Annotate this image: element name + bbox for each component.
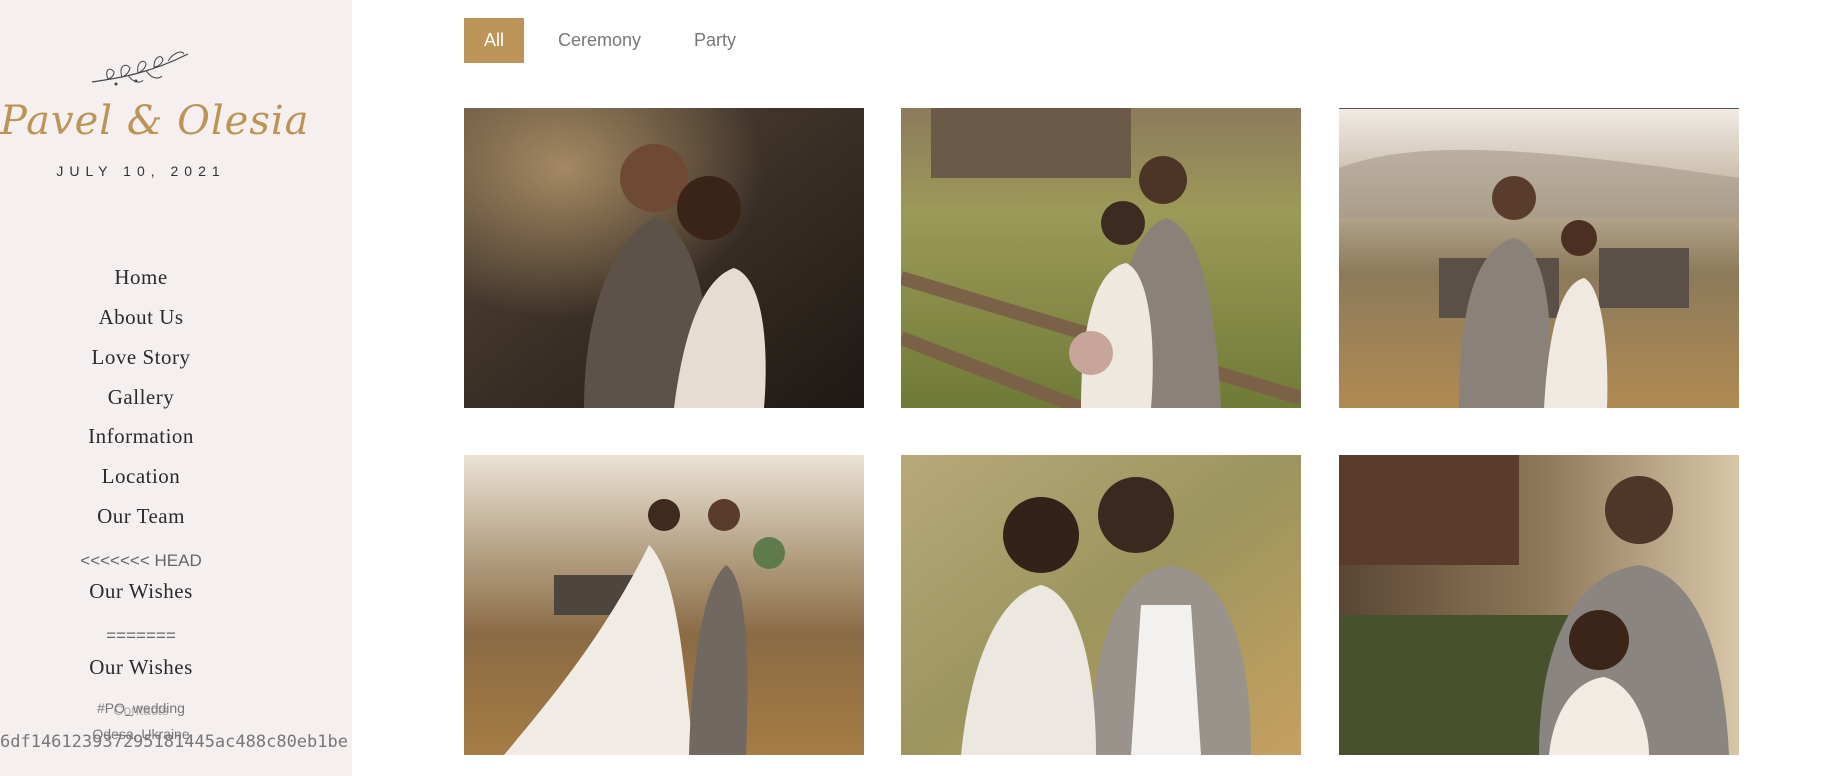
filter-tab-party[interactable]: Party xyxy=(694,18,736,63)
nav-location[interactable]: Location xyxy=(0,464,282,489)
nav-information[interactable]: Information xyxy=(0,424,282,449)
nav-home[interactable]: Home xyxy=(0,265,282,290)
filter-tab-all[interactable]: All xyxy=(464,18,524,63)
nav-our-wishes[interactable]: Our Wishes xyxy=(0,579,282,604)
photo-couple-walking-in-field xyxy=(464,455,864,755)
filter-tab-ceremony[interactable]: Ceremony xyxy=(558,18,641,63)
gallery-photo-2[interactable] xyxy=(901,108,1301,408)
couple-name-logo[interactable]: Pavel & Olesia xyxy=(0,98,309,144)
overlapping-contacts-text[interactable]: Contacts xyxy=(0,702,282,718)
gallery-photo-6[interactable] xyxy=(1339,455,1739,755)
floral-branch-icon xyxy=(91,51,189,86)
photo-couple-standing-in-field xyxy=(1339,108,1739,408)
gallery-photo-5[interactable] xyxy=(901,455,1301,755)
photo-couple-nose-to-nose xyxy=(901,455,1301,755)
merge-conflict-separator-text: ======= xyxy=(106,626,176,645)
merge-conflict-hash-text: 6df1461239372951814​45ac488c80eb1be xyxy=(0,732,348,752)
photo-couple-at-barn xyxy=(1339,455,1739,755)
gallery-photo-3[interactable] xyxy=(1339,108,1739,408)
gallery-photo-4[interactable] xyxy=(464,455,864,755)
nav-gallery[interactable]: Gallery xyxy=(0,385,282,410)
photo-couple-by-fence xyxy=(901,108,1301,408)
wedding-date: JULY 10, 2021 xyxy=(56,163,226,179)
gallery-photo-1[interactable] xyxy=(464,108,864,408)
nav-about-us[interactable]: About Us xyxy=(0,305,282,330)
nav-our-team[interactable]: Our Team xyxy=(0,504,282,529)
merge-conflict-head-text: <<<<<<< HEAD xyxy=(80,551,202,570)
sidebar: Pavel & Olesia JULY 10, 2021 Home About … xyxy=(0,0,352,776)
nav-our-wishes-duplicate[interactable]: Our Wishes xyxy=(0,655,282,680)
photo-couple-kissing-sunset xyxy=(464,108,864,408)
nav-love-story[interactable]: Love Story xyxy=(0,345,282,370)
